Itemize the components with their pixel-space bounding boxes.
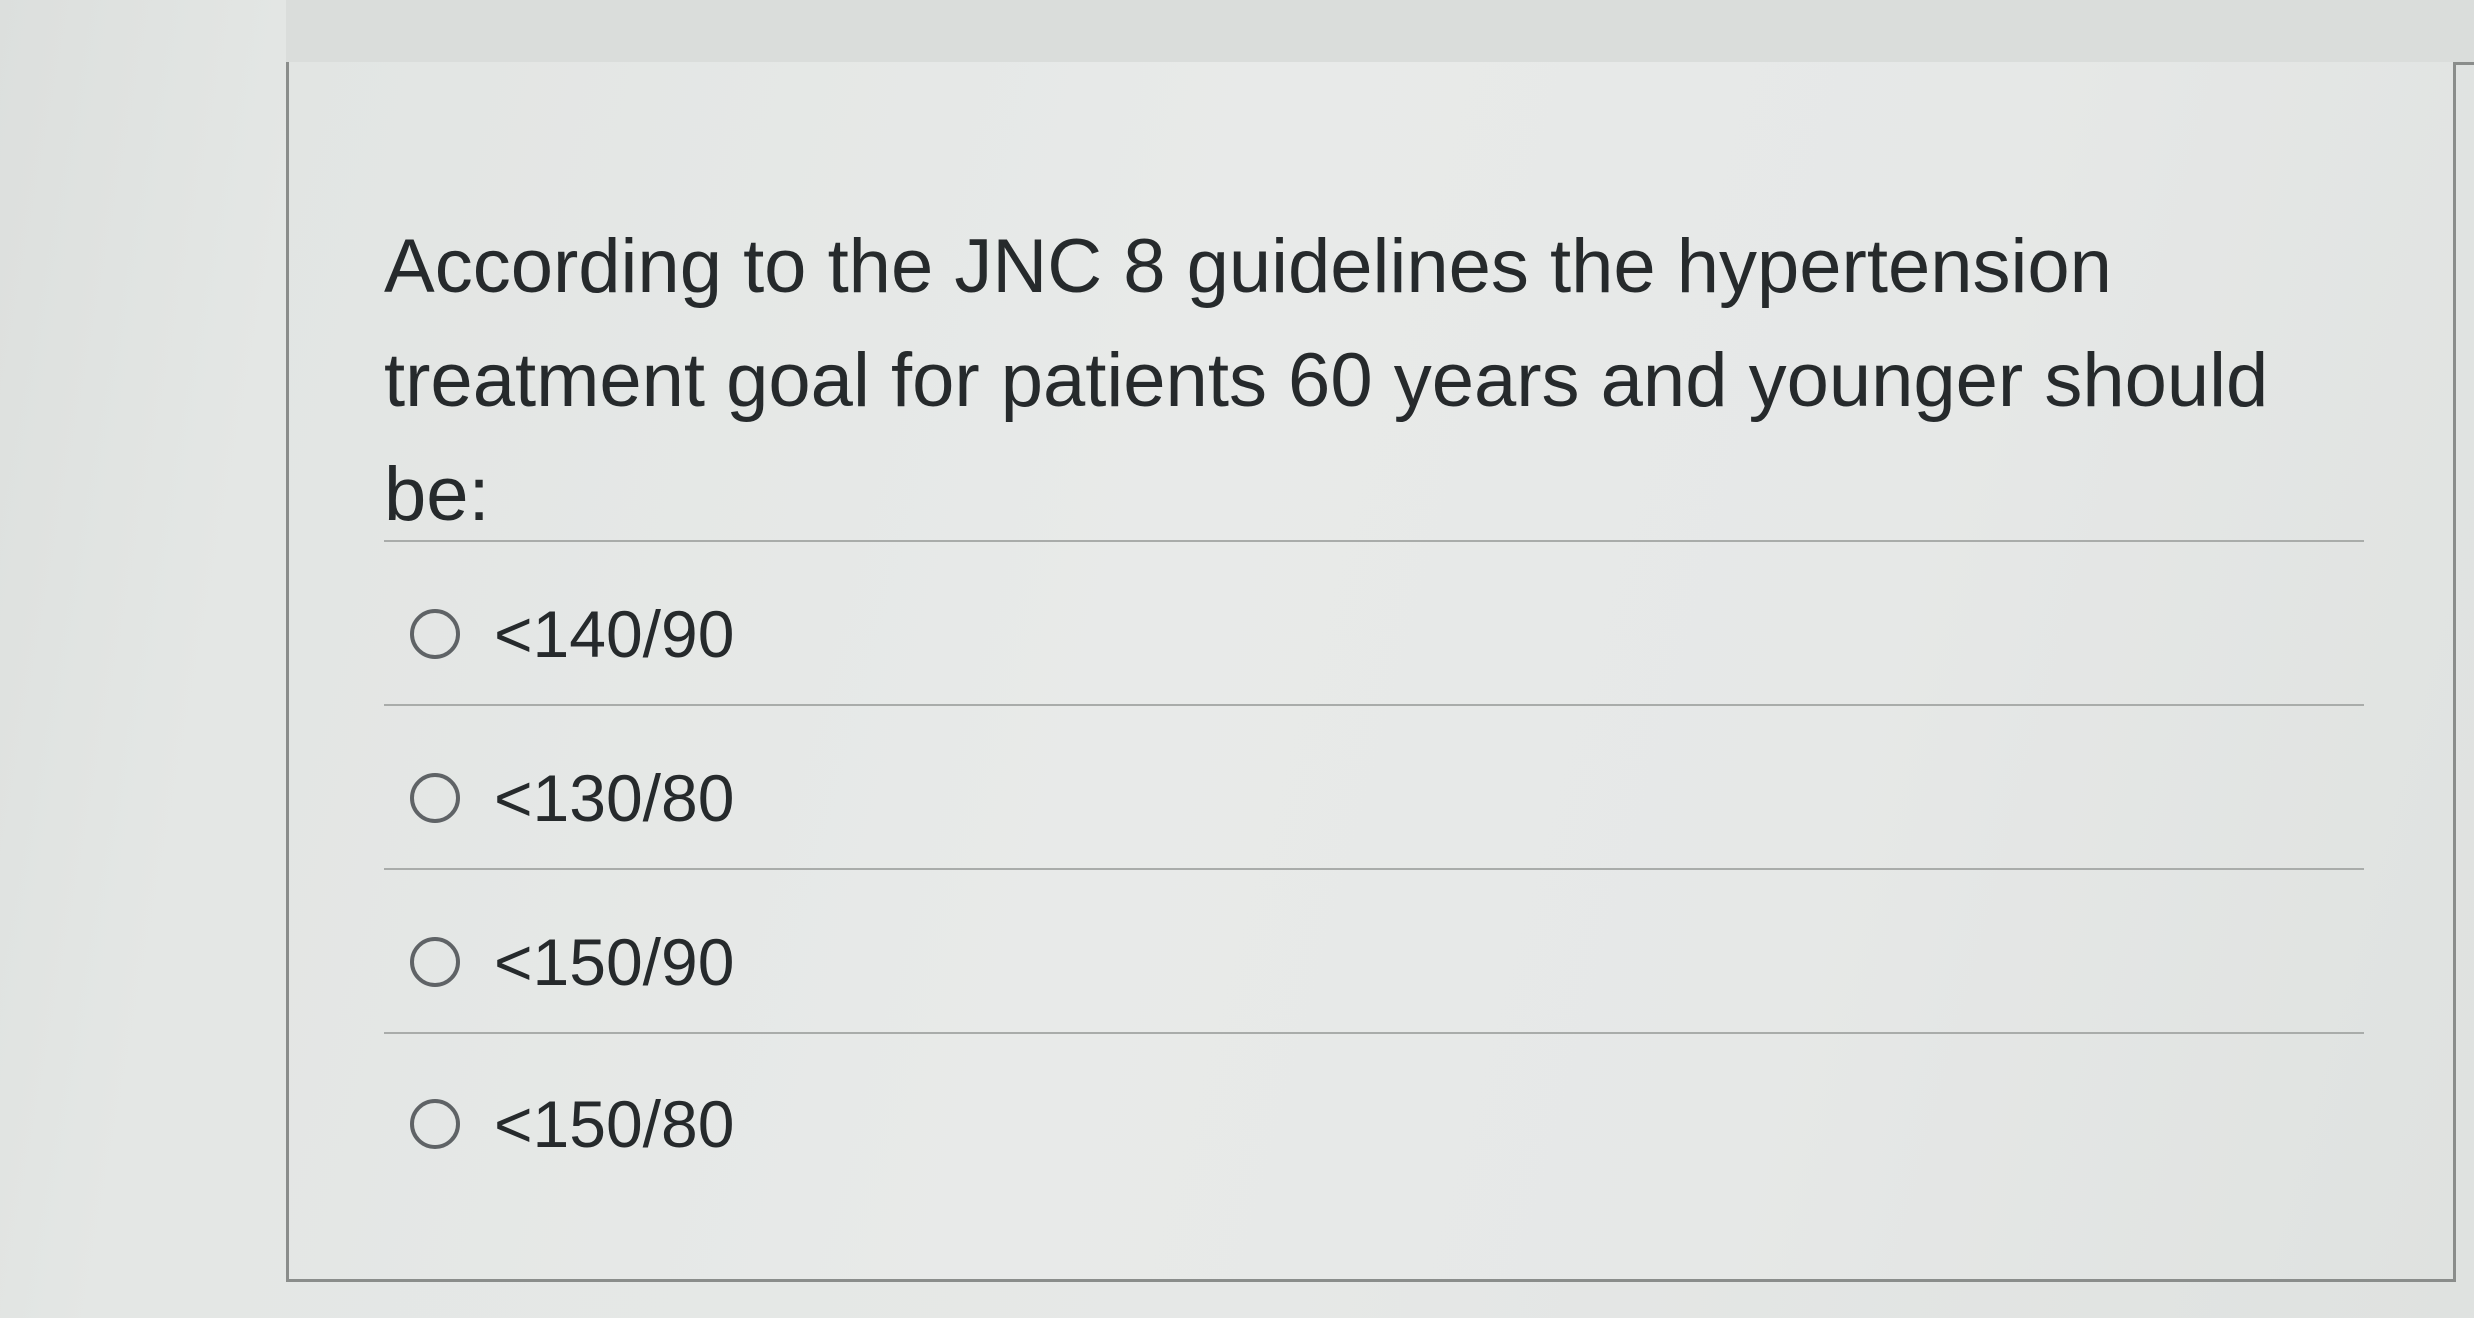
radio-button-icon[interactable] (410, 1099, 460, 1149)
answer-option-label: <140/90 (494, 597, 735, 671)
radio-button-icon[interactable] (410, 937, 460, 987)
answer-option-3[interactable]: <150/90 (410, 912, 734, 1012)
answer-option-label: <130/80 (494, 761, 735, 835)
answer-option-1[interactable]: <140/90 (410, 584, 734, 684)
radio-button-icon[interactable] (410, 773, 460, 823)
question-text: According to the JNC 8 guidelines the hy… (384, 224, 2269, 537)
radio-button-icon[interactable] (410, 609, 460, 659)
divider (384, 1032, 2364, 1034)
answer-option-label: <150/80 (494, 1087, 735, 1161)
answer-option-4[interactable]: <150/80 (410, 1074, 734, 1174)
divider (384, 540, 2364, 542)
answer-option-2[interactable]: <130/80 (410, 748, 734, 848)
divider (384, 868, 2364, 870)
header-band (286, 0, 2474, 65)
divider (384, 704, 2364, 706)
answer-option-label: <150/90 (494, 925, 735, 999)
